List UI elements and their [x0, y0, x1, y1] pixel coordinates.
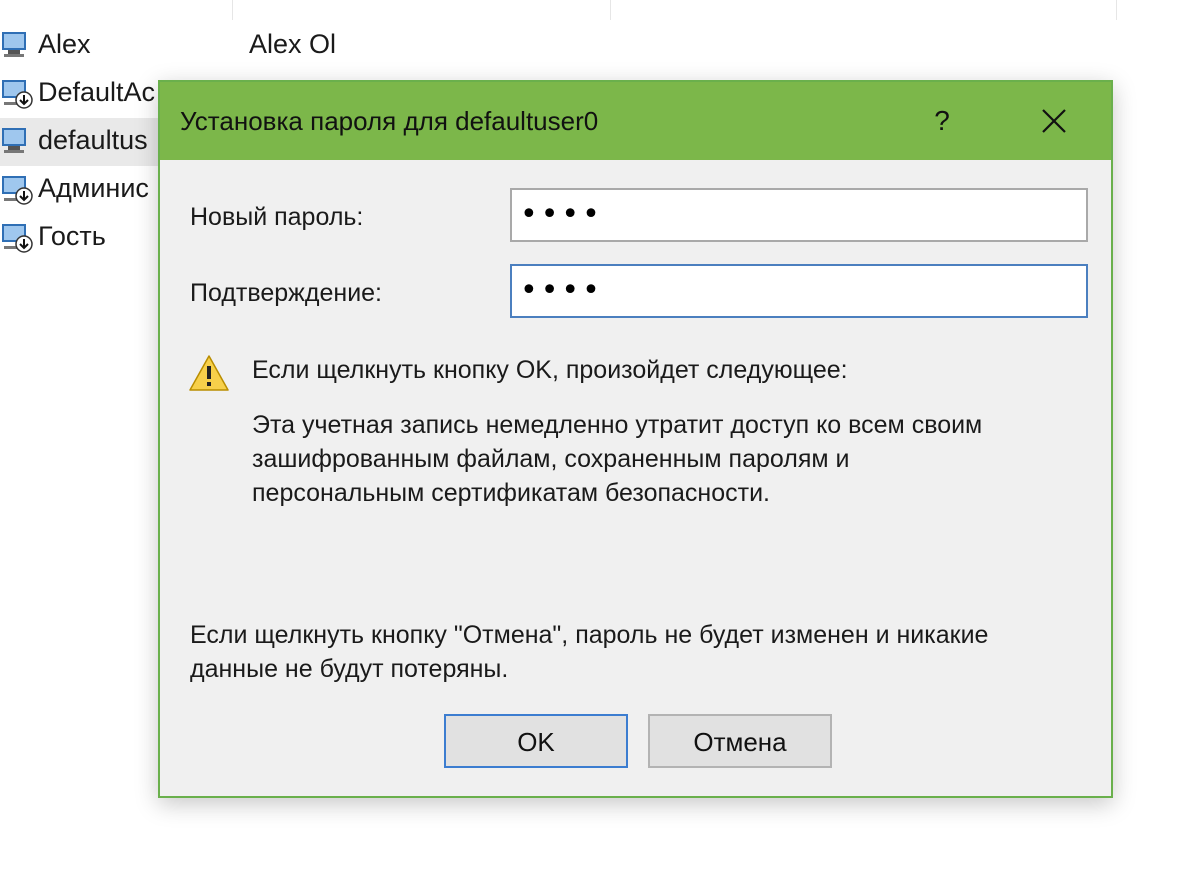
user-row-alex[interactable]: Alex Alex Ol [0, 22, 400, 70]
warning-line: зашифрованным файлам, сохраненным пароля… [252, 445, 850, 473]
user-name: Alex [38, 29, 91, 59]
confirm-password-field[interactable]: •••• [510, 264, 1088, 318]
column-divider [1116, 0, 1117, 20]
column-divider [610, 0, 611, 20]
cancel-note-line: данные не будут потеряны. [190, 655, 509, 683]
new-password-label: Новый пароль: [190, 203, 364, 231]
warning-line: Эта учетная запись немедленно утратит до… [252, 411, 983, 439]
user-icon [2, 32, 26, 57]
user-name: DefaultAc [38, 77, 156, 107]
close-icon [1042, 109, 1066, 133]
cancel-note-line: Если щелкнуть кнопку "Отмена", пароль не… [190, 621, 989, 649]
user-fullname: Alex Ol [249, 29, 337, 59]
user-name: defaultus [38, 125, 148, 155]
warning-heading: Если щелкнуть кнопку OK, произойдет след… [252, 356, 848, 384]
warning-body: Эта учетная запись немедленно утратит до… [252, 408, 1092, 510]
user-download-icon [2, 224, 33, 253]
user-name: Гость [38, 221, 106, 251]
dialog-titlebar[interactable]: Установка пароля для defaultuser0 ? [160, 82, 1111, 160]
warning-icon [189, 355, 229, 391]
cancel-button[interactable]: Отмена [648, 714, 832, 768]
new-password-field[interactable]: •••• [510, 188, 1088, 242]
close-button[interactable] [1024, 96, 1084, 146]
warning-line: персональным сертификатам безопасности. [252, 479, 771, 507]
confirm-password-label: Подтверждение: [190, 279, 383, 307]
column-divider [232, 0, 233, 20]
user-icon [2, 128, 26, 153]
help-button[interactable]: ? [912, 96, 972, 146]
dialog-title: Установка пароля для defaultuser0 [180, 106, 599, 136]
ok-button[interactable]: OK [444, 714, 628, 768]
user-name: Админис [38, 173, 149, 203]
user-download-icon [2, 80, 33, 109]
set-password-dialog: Установка пароля для defaultuser0 ? Новы… [158, 80, 1113, 798]
user-download-icon [2, 176, 33, 205]
cancel-note: Если щелкнуть кнопку "Отмена", пароль не… [190, 618, 1090, 686]
